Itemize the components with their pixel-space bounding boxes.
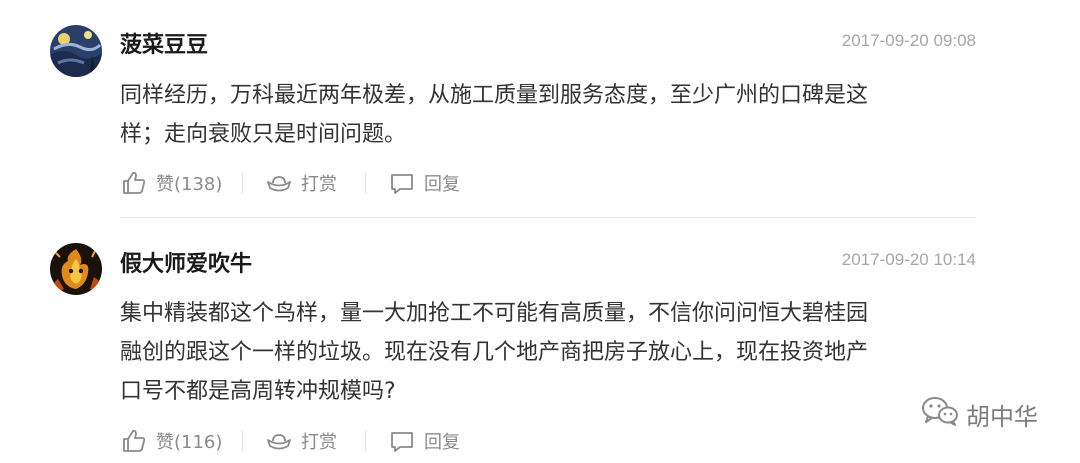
- watermark: 胡中华: [920, 395, 1038, 433]
- reply-label: 回复: [424, 174, 460, 195]
- watermark-text: 胡中华: [966, 402, 1038, 431]
- reply-label: 回复: [424, 432, 460, 453]
- like-button[interactable]: 赞(138): [120, 168, 242, 198]
- comment-line: 口号不都是高周转冲规模吗?: [120, 379, 396, 404]
- username[interactable]: 菠菜豆豆: [120, 32, 208, 60]
- starry-night-avatar-icon: [50, 25, 102, 77]
- wechat-icon: [920, 395, 960, 433]
- like-button[interactable]: 赞(116): [120, 426, 242, 456]
- avatar[interactable]: [50, 243, 102, 295]
- comment-item: 菠菜豆豆 2017-09-20 09:08 同样经历，万科最近两年极差，从施工质…: [0, 0, 1080, 218]
- thumbs-up-icon: [120, 169, 148, 197]
- reply-button[interactable]: 回复: [366, 168, 460, 198]
- gold-ingot-icon: [265, 169, 293, 197]
- comment-text: 同样经历，万科最近两年极差，从施工质量到服务态度，至少广州的口碑是这 样；走向衰…: [120, 76, 982, 154]
- timestamp: 2017-09-20 10:14: [841, 250, 976, 269]
- thumbs-up-icon: [120, 427, 148, 455]
- comment-line: 样；走向衰败只是时间问题。: [120, 122, 407, 147]
- reward-label: 打赏: [301, 174, 337, 195]
- avatar[interactable]: [50, 25, 102, 77]
- comment-line: 集中精装都这个鸟样，量一大加抢工不可能有高质量，不信你问问恒大碧桂园: [120, 301, 869, 326]
- speech-bubble-icon: [388, 169, 416, 197]
- comment-item: 假大师爱吹牛 2017-09-20 10:14 集中精装都这个鸟样，量一大加抢工…: [0, 218, 1080, 463]
- reward-button[interactable]: 打赏: [243, 426, 365, 456]
- comment-text: 集中精装都这个鸟样，量一大加抢工不可能有高质量，不信你问问恒大碧桂园 融创的跟这…: [120, 294, 982, 411]
- gold-ingot-icon: [265, 427, 293, 455]
- flame-character-avatar-icon: [50, 243, 102, 295]
- comment-actions: 赞(138) 打赏 回复: [120, 168, 460, 198]
- comment-actions: 赞(116) 打赏 回复: [120, 426, 460, 456]
- comment-line: 融创的跟这个一样的垃圾。现在没有几个地产商把房子放心上，现在投资地产: [120, 340, 869, 365]
- reward-label: 打赏: [301, 432, 337, 453]
- timestamp: 2017-09-20 09:08: [841, 31, 976, 50]
- comment-line: 同样经历，万科最近两年极差，从施工质量到服务态度，至少广州的口碑是这: [120, 83, 869, 108]
- like-count: 赞(116): [156, 432, 223, 453]
- reward-button[interactable]: 打赏: [243, 168, 365, 198]
- like-count: 赞(138): [156, 174, 223, 195]
- reply-button[interactable]: 回复: [366, 426, 460, 456]
- speech-bubble-icon: [388, 427, 416, 455]
- username[interactable]: 假大师爱吹牛: [120, 251, 252, 279]
